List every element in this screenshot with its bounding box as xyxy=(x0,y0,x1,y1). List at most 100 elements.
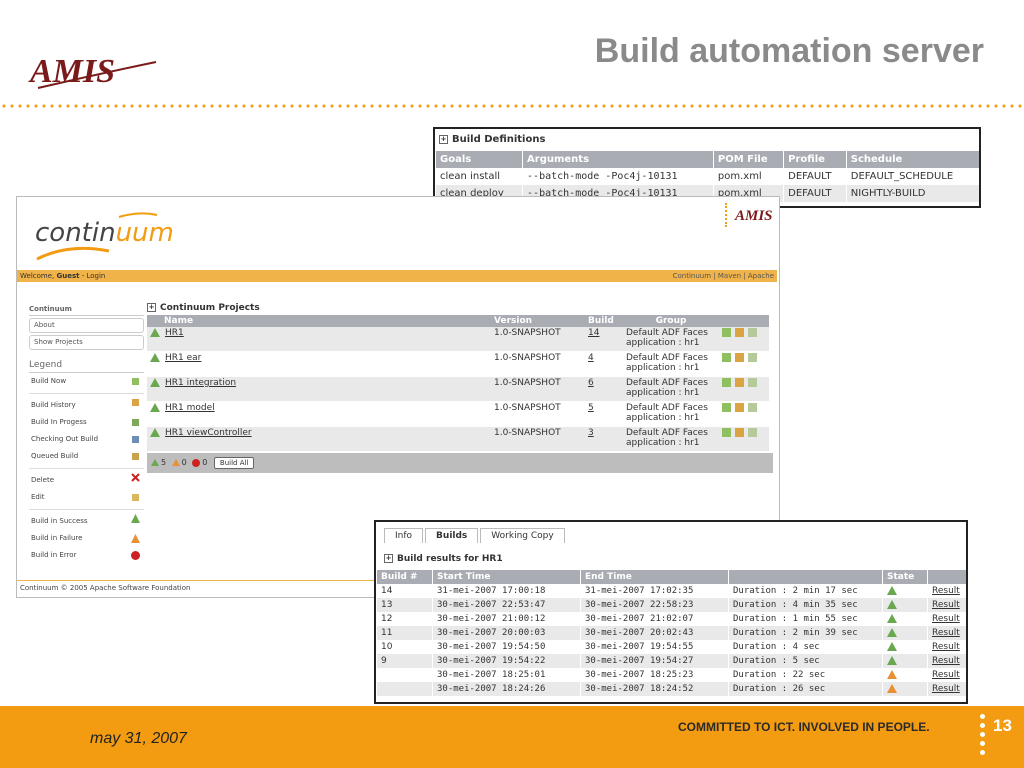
result-link[interactable]: Result xyxy=(932,642,960,652)
result-link[interactable]: Result xyxy=(932,684,960,694)
checkout-icon xyxy=(132,436,139,443)
table-row: 30-mei-2007 18:25:01 30-mei-2007 18:25:23… xyxy=(376,668,966,682)
col-name: Name xyxy=(164,316,194,326)
legend-item: Build in Error xyxy=(29,547,144,564)
success-icon xyxy=(131,514,140,523)
col-duration xyxy=(728,570,883,584)
expand-icon[interactable] xyxy=(439,134,448,144)
login-link[interactable]: Login xyxy=(86,272,105,280)
success-icon xyxy=(887,642,897,651)
project-link[interactable]: HR1 ear xyxy=(165,353,201,363)
build-definitions-table: Goals Arguments POM File Profile Schedul… xyxy=(434,151,979,202)
table-row: HR1 1.0-SNAPSHOT 14 Default ADF Faces ap… xyxy=(147,327,769,352)
build-history-icon[interactable] xyxy=(735,378,744,387)
summary-bar: 5 0 0 Build All xyxy=(147,453,773,473)
sidebar: Continuum About Show Projects Legend Bui… xyxy=(29,303,144,564)
failure-icon xyxy=(887,670,897,679)
project-link[interactable]: HR1 viewController xyxy=(165,428,252,438)
working-copy-icon[interactable] xyxy=(748,328,757,337)
build-number-link[interactable]: 3 xyxy=(588,428,594,438)
top-links[interactable]: Continuum | Maven | Apache xyxy=(673,270,774,282)
dotted-divider xyxy=(0,104,1024,108)
projects-title: Continuum Projects xyxy=(147,301,773,315)
amis-small-logo: AMIS xyxy=(734,208,773,224)
sidebar-item-about[interactable]: About xyxy=(29,318,144,333)
build-results-panel: InfoBuildsWorking Copy Build results for… xyxy=(374,520,968,704)
col-build-number: Build # xyxy=(376,570,433,584)
tab-builds[interactable]: Builds xyxy=(425,528,479,543)
logo-dots xyxy=(725,203,729,227)
table-row: 9 30-mei-2007 19:54:22 30-mei-2007 19:54:2… xyxy=(376,654,966,668)
legend-item: Build History xyxy=(29,393,144,414)
expand-icon[interactable] xyxy=(384,554,393,563)
tab-working-copy[interactable]: Working Copy xyxy=(480,528,565,543)
error-icon xyxy=(192,458,201,467)
success-icon xyxy=(150,403,160,412)
tab-info[interactable]: Info xyxy=(384,528,424,543)
project-link[interactable]: HR1 integration xyxy=(165,378,236,388)
sidebar-item-show-projects[interactable]: Show Projects xyxy=(29,335,144,350)
legend-item: Edit xyxy=(29,489,144,506)
success-icon xyxy=(887,656,897,665)
build-number-link[interactable]: 6 xyxy=(588,378,594,388)
build-history-icon[interactable] xyxy=(735,428,744,437)
build-now-icon[interactable] xyxy=(722,378,731,387)
legend-item: Delete xyxy=(29,468,144,489)
projects-panel: Continuum Projects Name Version Build Gr… xyxy=(147,301,773,473)
project-link[interactable]: HR1 model xyxy=(165,403,215,413)
page-number: 13 xyxy=(993,716,1012,735)
table-row: HR1 integration 1.0-SNAPSHOT 6 Default A… xyxy=(147,376,769,402)
col-state: State xyxy=(882,570,928,584)
table-row: clean install --batch-mode -Poc4j-10131 … xyxy=(434,168,979,185)
tabs: Info Builds Working Copy xyxy=(384,528,966,546)
col-goals: Goals xyxy=(434,151,523,168)
success-icon xyxy=(150,428,160,437)
col-schedule: Schedule xyxy=(845,151,979,168)
result-link[interactable]: Result xyxy=(932,670,960,680)
success-icon xyxy=(150,378,160,387)
success-icon xyxy=(887,586,897,595)
result-link[interactable]: Result xyxy=(932,586,960,596)
sidebar-heading: Continuum xyxy=(29,303,144,316)
build-all-button[interactable]: Build All xyxy=(213,457,255,469)
build-now-icon[interactable] xyxy=(722,428,731,437)
result-link[interactable]: Result xyxy=(932,628,960,638)
success-icon xyxy=(151,459,159,466)
result-link[interactable]: Result xyxy=(932,656,960,666)
expand-icon[interactable] xyxy=(147,303,156,312)
footer-dots xyxy=(980,714,986,764)
build-history-icon[interactable] xyxy=(735,403,744,412)
table-row: 10 30-mei-2007 19:54:50 30-mei-2007 19:54:… xyxy=(376,640,966,654)
build-number-link[interactable]: 5 xyxy=(588,403,594,413)
working-copy-icon[interactable] xyxy=(748,428,757,437)
col-version: Version xyxy=(494,316,533,326)
build-now-icon[interactable] xyxy=(722,403,731,412)
projects-table: Name Version Build Group HR1 1.0-SNAPSHO… xyxy=(147,315,769,452)
col-start-time: Start Time xyxy=(432,570,581,584)
build-now-icon xyxy=(132,378,139,385)
result-link[interactable]: Result xyxy=(932,600,960,610)
working-copy-icon[interactable] xyxy=(748,378,757,387)
result-link[interactable]: Result xyxy=(932,614,960,624)
amis-logo-text: AMIS xyxy=(28,53,115,90)
legend-heading: Legend xyxy=(29,360,144,373)
working-copy-icon[interactable] xyxy=(748,353,757,362)
table-row: HR1 ear 1.0-SNAPSHOT 4 Default ADF Faces… xyxy=(147,351,769,377)
build-now-icon[interactable] xyxy=(722,353,731,362)
amis-logo: AMIS xyxy=(28,53,157,90)
build-history-icon[interactable] xyxy=(735,353,744,362)
project-link[interactable]: HR1 xyxy=(165,328,184,338)
legend-item: Build in Failure xyxy=(29,530,144,547)
build-now-icon[interactable] xyxy=(722,328,731,337)
legend-item: Build in Success xyxy=(29,509,144,530)
success-icon xyxy=(150,353,160,362)
col-actions xyxy=(719,315,769,327)
build-history-icon[interactable] xyxy=(735,328,744,337)
col-arguments: Arguments xyxy=(522,151,714,168)
build-number-link[interactable]: 14 xyxy=(588,328,599,338)
build-number-link[interactable]: 4 xyxy=(588,353,594,363)
legend-item: Build Now xyxy=(29,373,144,390)
slide-date: may 31, 2007 xyxy=(90,730,187,747)
queued-icon xyxy=(132,453,139,460)
working-copy-icon[interactable] xyxy=(748,403,757,412)
